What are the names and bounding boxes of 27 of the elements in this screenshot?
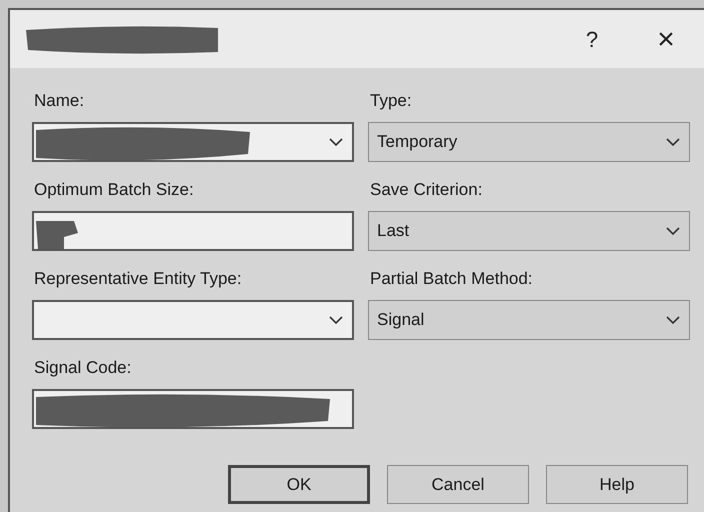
field-label: Partial Batch Method: [370,268,534,290]
field-label: Signal Code: [34,357,132,380]
dialog-button[interactable]: OK [228,465,370,504]
dropdown[interactable]: Signal [368,300,690,340]
chevron-down-icon [328,315,344,325]
field-label: Type: [370,90,413,112]
field-value: Signal [377,309,426,332]
field-label: Save Criterion: [370,179,484,202]
dialog-button[interactable]: Cancel [387,465,529,504]
field-label: Optimum Batch Size: [34,179,195,202]
field-label: Name: [34,90,86,112]
chevron-down-icon [328,137,344,147]
input-field[interactable] [32,211,354,251]
chevron-down-icon [665,315,681,325]
combo-box[interactable] [32,122,354,162]
field-value: Last [377,220,410,242]
chevron-down-icon [665,137,681,147]
help-button[interactable]: ? [572,22,612,56]
field-value: Temporary [377,131,458,154]
dropdown[interactable]: Temporary [368,122,690,162]
input-field[interactable] [32,389,354,429]
field-label: Representative Entity Type: [34,268,243,290]
dropdown[interactable]: Last [368,211,690,251]
close-button[interactable]: × [648,16,684,62]
chevron-down-icon [665,226,681,236]
dialog-button[interactable]: Help [546,465,688,504]
combo-box[interactable] [32,300,354,340]
